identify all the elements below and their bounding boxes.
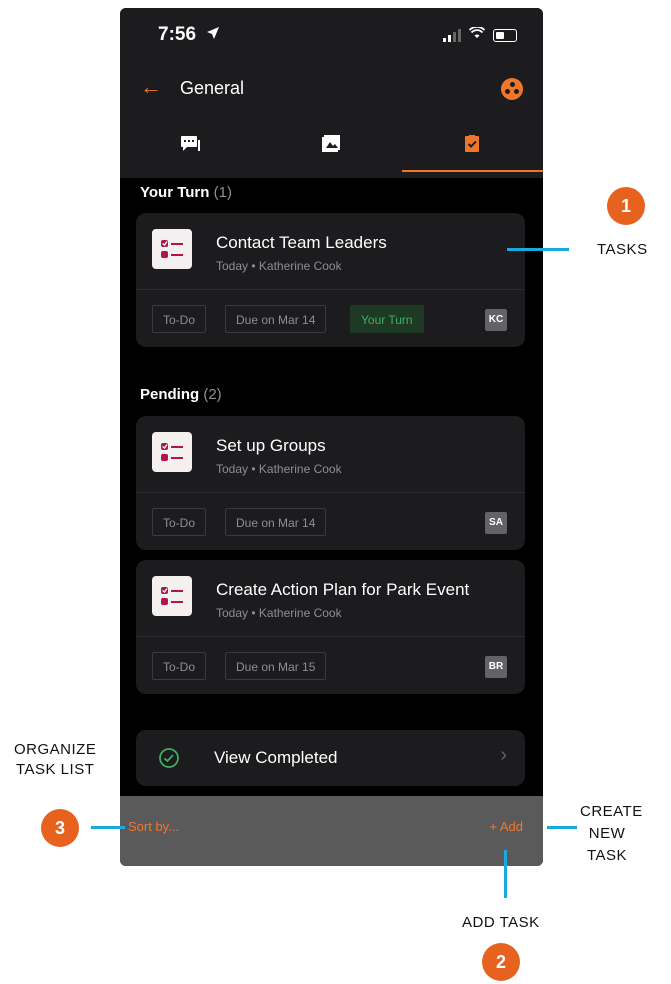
task-list-icon: [152, 229, 192, 269]
status-chip: To-Do: [152, 305, 207, 333]
task-list-icon: [152, 432, 192, 472]
task-title: Contact Team Leaders: [216, 233, 387, 252]
page-title: General: [180, 78, 245, 98]
divider: [136, 636, 525, 637]
tab-bar: [120, 126, 543, 172]
task-card[interactable]: Set up Groups Today • Katherine Cook To-…: [136, 416, 525, 550]
task-card[interactable]: Create Action Plan for Park Event Today …: [136, 560, 525, 694]
header: 7:56 ← General: [120, 8, 543, 178]
due-date-chip: Due on Mar 14: [225, 508, 327, 536]
view-completed-label: View Completed: [214, 748, 338, 767]
location-arrow-icon: [206, 26, 220, 45]
section-count: (2): [203, 386, 222, 403]
callout-number-2: 2: [482, 943, 520, 981]
task-title: Create Action Plan for Park Event: [216, 580, 470, 599]
section-label: Pending: [140, 386, 200, 403]
navbar: ← General: [120, 70, 543, 110]
callout-label-organize: ORGANIZE TASK LIST: [14, 740, 96, 780]
tab-chat[interactable]: [120, 126, 261, 172]
due-date-chip: Due on Mar 14: [225, 305, 327, 333]
status-icons: [443, 26, 517, 44]
callout-line-tasks: [507, 248, 569, 251]
view-completed-button[interactable]: View Completed ›: [136, 730, 525, 786]
task-list-icon: [152, 576, 192, 616]
wifi-icon: [468, 26, 486, 44]
gallery-icon: [322, 135, 340, 152]
callout-label-tasks: TASKS: [597, 241, 648, 258]
check-circle-icon: [158, 747, 180, 774]
callout-label-line: TASK: [586, 847, 628, 864]
callout-label-create: CREATE NEW TASK: [580, 801, 643, 867]
group-members-icon[interactable]: [501, 78, 523, 100]
callout-line-add-task: [504, 850, 507, 898]
callout-label-add-task: ADD TASK: [462, 914, 540, 931]
task-clipboard-icon: [465, 135, 479, 152]
due-date-chip: Due on Mar 15: [225, 652, 327, 680]
chevron-right-icon: ›: [500, 744, 507, 766]
assignee-avatar: SA: [485, 512, 507, 534]
add-task-button[interactable]: + Add: [489, 819, 523, 834]
assignee-avatar: BR: [485, 656, 507, 678]
callout-label-line: ORGANIZE: [14, 741, 97, 758]
battery-icon: [493, 28, 517, 42]
callout-number-3: 3: [41, 809, 79, 847]
callout-label-line: TASK LIST: [15, 761, 95, 778]
status-time: 7:56: [158, 24, 197, 45]
back-arrow-icon[interactable]: ←: [140, 74, 162, 100]
status-chip: To-Do: [152, 508, 207, 536]
callout-label-line: CREATE: [580, 803, 643, 820]
callout-label-line: NEW: [588, 825, 626, 842]
status-chip: To-Do: [152, 652, 207, 680]
assignee-avatar: KC: [485, 309, 507, 331]
section-label: Your Turn: [140, 184, 210, 201]
status-bar: 7:56: [120, 22, 543, 48]
callout-number-1: 1: [607, 187, 645, 225]
section-your-turn: Your Turn (1): [140, 184, 232, 201]
task-card[interactable]: Contact Team Leaders Today • Katherine C…: [136, 213, 525, 347]
tab-gallery[interactable]: [261, 126, 402, 172]
divider: [136, 492, 525, 493]
divider: [136, 289, 525, 290]
task-title: Set up Groups: [216, 436, 326, 455]
your-turn-badge: Your Turn: [350, 305, 424, 333]
section-count: (1): [213, 184, 232, 201]
phone-screen: 7:56 ← General Your Turn (1) Contact Tea…: [120, 8, 543, 866]
chat-icon: [181, 136, 200, 151]
task-subtitle: Today • Katherine Cook: [216, 606, 342, 620]
callout-line-create: [547, 826, 577, 829]
bottom-toolbar: Sort by... + Add: [120, 796, 543, 866]
section-pending: Pending (2): [140, 386, 222, 403]
callout-line-organize: [91, 826, 125, 829]
task-subtitle: Today • Katherine Cook: [216, 462, 342, 476]
tab-tasks[interactable]: [402, 126, 543, 172]
task-subtitle: Today • Katherine Cook: [216, 259, 342, 273]
sort-by-button[interactable]: Sort by...: [128, 819, 179, 834]
signal-icon: [443, 28, 461, 42]
